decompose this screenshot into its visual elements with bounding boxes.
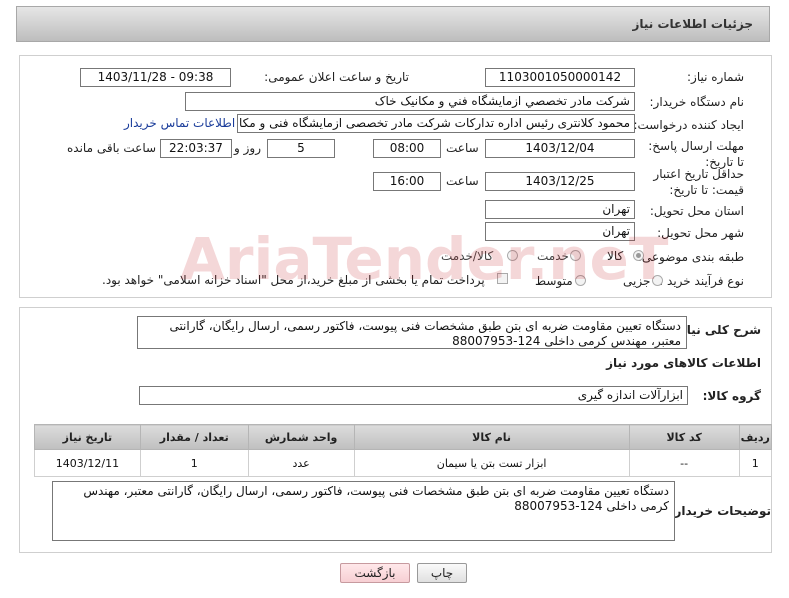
creator-field[interactable]: محمود کلانتری رئیس اداره تدارکات شرکت ما… [237,114,635,133]
cell-qty: 1 [139,449,249,477]
deadline-date-field[interactable]: 1403/12/04 [485,139,635,158]
announce-field[interactable]: 1403/11/28 - 09:38 [80,68,231,87]
page-title: جزئیات اطلاعات نیاز [632,17,753,31]
goods-group-field[interactable]: ابزارآلات اندازه گیری [139,386,688,405]
cell-row: 1 [738,449,773,477]
goods-group-label: گروه کالا: [702,389,761,403]
cell-name: ابزار تست بتن یا سیمان [353,449,630,477]
creator-label: ایجاد کننده درخواست: [633,118,744,132]
deadline-time-field[interactable]: 08:00 [373,139,441,158]
goods-table: ردیف کد کالا نام کالا واحد شمارش تعداد /… [34,424,773,477]
col-qty: تعداد / مقدار [139,424,249,450]
buyer-notes-label: توضیحات خریدار: [669,504,771,518]
buyer-notes-text[interactable]: دستگاه تعیین مقاومت ضربه ای بتن طبق مشخص… [52,481,675,541]
cell-code: -- [628,449,740,477]
buyer-org-field[interactable]: شرکت مادر تخصصي ازمايشگاه فني و مکانيک خ… [185,92,635,111]
col-date: تاریخ نیاز [34,424,141,450]
contact-info-link[interactable]: اطلاعات تماس خریدار [124,116,235,130]
goods-info-heading: اطلاعات کالاهای مورد نیاز [606,356,761,370]
table-row: 1 -- ابزار تست بتن یا سیمان عدد 1 1403/1… [34,449,773,477]
print-button[interactable]: چاپ [417,563,467,583]
col-row: ردیف [738,424,773,450]
remaining-time-field[interactable]: 22:03:37 [160,139,232,158]
watermark: AriaTender.neT [180,225,669,293]
process-label: نوع فرآیند خرید : [659,274,744,288]
province-field[interactable]: تهران [485,200,635,219]
need-number-label: شماره نیاز: [687,70,744,84]
days-field[interactable]: 5 [267,139,335,158]
goods-table-header: ردیف کد کالا نام کالا واحد شمارش تعداد /… [34,424,773,450]
page-header: جزئیات اطلاعات نیاز [16,6,770,42]
buyer-org-label: نام دستگاه خریدار: [649,95,745,109]
days-label: روز و [234,141,261,155]
description-text[interactable]: دستگاه تعیین مقاومت ضربه ای بتن طبق مشخص… [137,316,687,349]
validity-label: حداقل تاریخ اعتبار قیمت: تا تاریخ: [653,167,744,197]
description-label: شرح کلی نیاز: [675,323,761,337]
cell-unit: عدد [247,449,355,477]
col-unit: واحد شمارش [247,424,355,450]
remaining-time-label: ساعت باقی مانده [67,141,157,155]
cell-date: 1403/12/11 [34,449,141,477]
deadline-time-label: ساعت [446,141,479,155]
city-label: شهر محل تحویل: [657,226,744,240]
validity-time-label: ساعت [446,174,479,188]
need-number-field[interactable]: 1103001050000142 [485,68,635,87]
province-label: استان محل تحویل: [649,204,744,218]
announce-label: تاریخ و ساعت اعلان عمومی: [264,70,409,84]
col-code: کد کالا [628,424,740,450]
validity-time-field[interactable]: 16:00 [373,172,441,191]
validity-date-field[interactable]: 1403/12/25 [485,172,635,191]
back-button[interactable]: بازگشت [340,563,410,583]
col-name: نام کالا [353,424,630,450]
